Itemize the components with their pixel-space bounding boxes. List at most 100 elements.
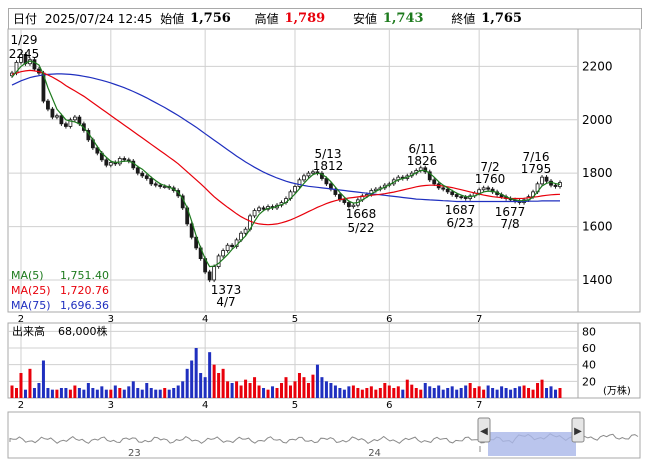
volume-bar [405, 379, 409, 398]
volume-bar [275, 388, 279, 398]
volume-bar [504, 388, 508, 398]
price-tick-label: 1600 [582, 220, 613, 234]
volume-bar [513, 388, 517, 398]
candle-down [454, 194, 459, 198]
volume-bar [131, 381, 135, 398]
ma-legend-name: MA(75) [11, 299, 51, 312]
volume-tick-label: 40 [582, 359, 596, 372]
candle-down [459, 196, 464, 199]
volume-bar [464, 385, 468, 398]
volume-bar [212, 364, 216, 398]
volume-bar [410, 384, 414, 398]
volume-bar [459, 388, 463, 398]
volume-bar [100, 386, 104, 398]
candle-up [297, 179, 302, 187]
annotation-price: 1826 [407, 154, 438, 168]
candle-down [463, 196, 468, 199]
volume-bar [297, 373, 301, 398]
volume-bar [531, 389, 535, 398]
annotation-date: 5/22 [348, 221, 375, 235]
annotation-date: 6/23 [447, 216, 474, 230]
volume-bar [477, 386, 481, 398]
volume-bar [549, 386, 553, 398]
candle-up [117, 158, 122, 165]
volume-bar [127, 386, 131, 398]
volume-bar [226, 381, 230, 398]
volume-bar [181, 381, 185, 398]
candle-up [55, 115, 59, 118]
volume-bar [482, 389, 486, 398]
volume-bar [423, 383, 427, 398]
volume-bar [306, 383, 310, 398]
volume-bar [374, 389, 378, 398]
candle-up [216, 255, 221, 268]
volume-bar [518, 386, 522, 398]
volume-bar [536, 383, 540, 398]
volume-tick-label: 80 [582, 325, 596, 338]
volume-bar [262, 388, 266, 398]
volume-bar [302, 377, 306, 398]
navigator-label: 24 [368, 448, 381, 459]
volume-bar [495, 389, 499, 398]
volume-bar [257, 385, 261, 398]
volume-bar [280, 383, 284, 398]
volume-bar [50, 389, 54, 398]
candle-down [261, 207, 266, 210]
volume-bar [68, 389, 72, 398]
price-tick-label: 2000 [582, 113, 613, 127]
volume-bar [284, 377, 288, 398]
candle-up [293, 186, 297, 193]
volume-bar [104, 389, 108, 398]
volume-bar [387, 385, 391, 398]
candle-down [140, 172, 145, 177]
annotation-date: 1/29 [11, 33, 38, 47]
volume-bar [185, 368, 189, 398]
volume-bar [455, 389, 459, 398]
candle-down [207, 271, 212, 281]
volume-bar [73, 385, 77, 398]
navigator-label: 23 [128, 448, 141, 459]
annotation-price: 1760 [475, 172, 506, 186]
candle-down [158, 184, 163, 187]
volume-bar [199, 373, 203, 398]
volume-bar [37, 383, 41, 398]
candle-down [144, 175, 149, 179]
volume-bar [383, 383, 387, 398]
volume-bar [527, 388, 531, 398]
annotation-price: 2245 [9, 47, 40, 61]
volume-bar [545, 388, 549, 398]
volume-bar [293, 381, 297, 398]
candle-down [445, 188, 450, 193]
volume-bar [360, 389, 364, 398]
candle-down [122, 158, 127, 161]
volume-bar [266, 389, 270, 398]
candle-up [302, 175, 306, 181]
volume-bar [59, 388, 63, 398]
candle-down [153, 183, 158, 186]
volume-bar [95, 389, 99, 398]
annotation-price: 1795 [521, 162, 552, 176]
volume-bar [540, 379, 544, 398]
candle-up [252, 210, 257, 217]
month-label: 3 [108, 314, 114, 325]
candle-down [230, 244, 234, 247]
volume-bar [109, 389, 113, 398]
candle-up [477, 189, 482, 194]
candle-up [306, 172, 311, 177]
volume-bar [468, 383, 472, 398]
volume-bar [239, 385, 243, 398]
volume-bar [401, 389, 405, 398]
candle-down [432, 179, 437, 185]
volume-bar [378, 388, 382, 398]
ma-legend-value: 1,720.76 [60, 284, 109, 297]
candle-up [108, 162, 113, 166]
price-tick-label: 2200 [582, 59, 613, 73]
volume-bar [333, 385, 337, 398]
candle-up [481, 187, 486, 191]
volume-bar [473, 388, 477, 398]
volume-bar [486, 385, 490, 398]
volume-bar [149, 388, 153, 398]
volume-bar [329, 383, 333, 398]
volume-bar [167, 389, 171, 398]
candle-down [450, 191, 455, 195]
